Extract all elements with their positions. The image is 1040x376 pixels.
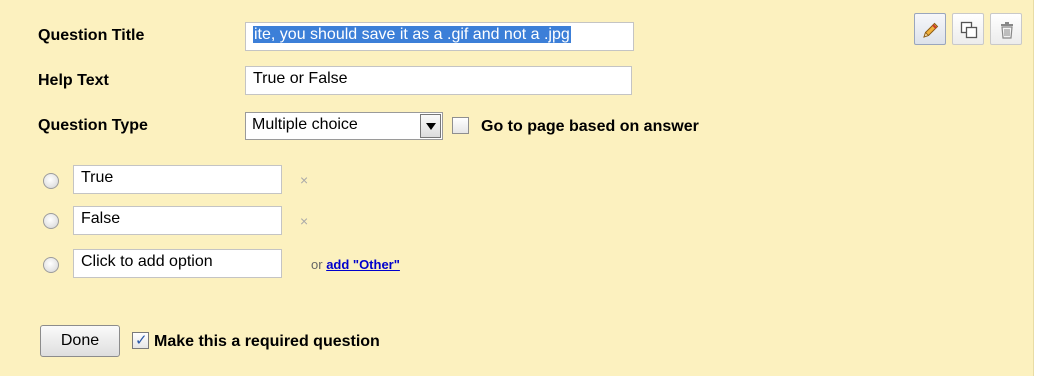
- done-button[interactable]: Done: [40, 325, 120, 357]
- help-text-label: Help Text: [38, 72, 109, 89]
- required-question-label: Make this a required question: [154, 333, 380, 350]
- add-option-input[interactable]: Click to add option: [73, 249, 282, 278]
- option-input-false[interactable]: False: [73, 206, 282, 235]
- help-text-input[interactable]: True or False: [245, 66, 632, 95]
- add-other-link[interactable]: add "Other": [326, 257, 400, 272]
- question-edit-panel: Question Title ite, you should save it a…: [0, 0, 1034, 376]
- checkmark-icon: ✓: [135, 332, 148, 349]
- add-other-text: or add "Other": [311, 257, 400, 272]
- dropdown-arrow-icon[interactable]: [420, 114, 441, 138]
- or-label: or: [311, 257, 323, 272]
- required-question-checkbox[interactable]: ✓: [132, 332, 149, 349]
- question-title-label: Question Title: [38, 27, 145, 44]
- question-type-value: Multiple choice: [252, 116, 358, 133]
- delete-button[interactable]: [990, 13, 1022, 45]
- remove-option-false-icon[interactable]: ×: [300, 213, 308, 229]
- option-radio-true: [43, 173, 59, 189]
- question-title-selected-text: ite, you should save it as a .gif and no…: [253, 26, 571, 43]
- duplicate-button[interactable]: [952, 13, 984, 45]
- goto-page-checkbox[interactable]: [452, 117, 469, 134]
- option-radio-new: [43, 257, 59, 273]
- question-title-input[interactable]: ite, you should save it as a .gif and no…: [245, 22, 634, 51]
- trash-icon: [1001, 22, 1013, 39]
- option-radio-false: [43, 213, 59, 229]
- edit-button[interactable]: [914, 13, 946, 45]
- option-input-true[interactable]: True: [73, 165, 282, 194]
- pencil-icon: [923, 22, 939, 38]
- question-type-label: Question Type: [38, 117, 148, 134]
- goto-page-label: Go to page based on answer: [481, 118, 699, 135]
- question-type-select[interactable]: Multiple choice: [245, 112, 443, 140]
- duplicate-icon: [960, 21, 978, 39]
- remove-option-true-icon[interactable]: ×: [300, 172, 308, 188]
